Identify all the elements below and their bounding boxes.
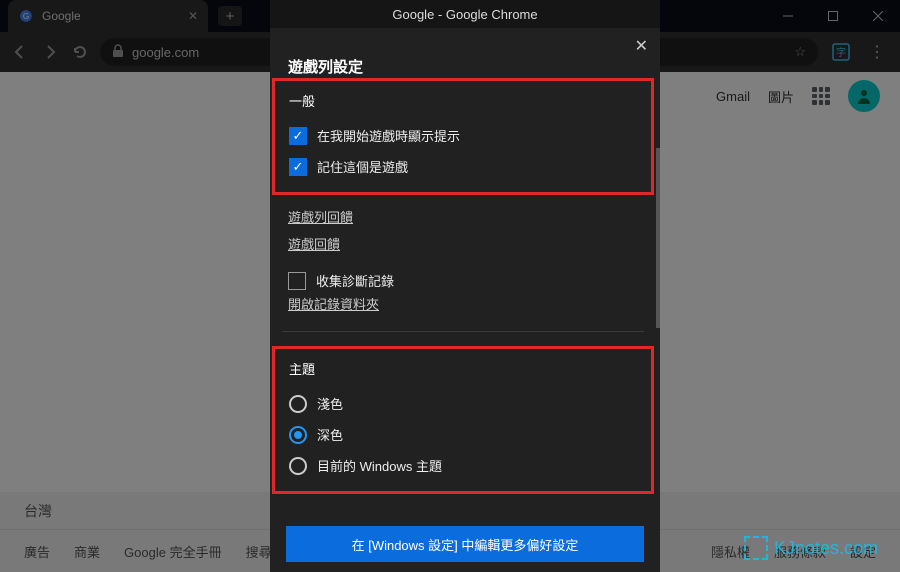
radio-label: 目前的 Windows 主題: [317, 456, 442, 475]
radio-label: 淺色: [317, 394, 343, 413]
checkbox-remember-game[interactable]: 記住這個是遊戲: [289, 151, 637, 182]
theme-title: 主題: [289, 359, 637, 378]
watermark: KJnotes.com: [744, 536, 878, 560]
radio-icon: [289, 426, 307, 444]
radio-dark-theme[interactable]: 深色: [289, 419, 637, 450]
scrollbar[interactable]: [656, 148, 660, 328]
general-title: 一般: [289, 91, 637, 110]
checkbox-label: 在我開始遊戲時顯示提示: [317, 126, 460, 145]
gamebar-settings-modal: Google - Google Chrome ✕ 遊戲列設定 一般 在我開始遊戲…: [270, 0, 660, 572]
checkbox-collect-diagnostics[interactable]: 收集診斷記錄: [270, 271, 656, 290]
radio-windows-theme[interactable]: 目前的 Windows 主題: [289, 450, 637, 481]
checkbox-label: 記住這個是遊戲: [317, 157, 408, 176]
radio-label: 深色: [317, 425, 343, 444]
open-records-folder-link[interactable]: 開啟記錄資料夾: [270, 290, 656, 317]
checkbox-icon: [289, 158, 307, 176]
checkbox-icon: [289, 127, 307, 145]
checkbox-show-tips[interactable]: 在我開始遊戲時顯示提示: [289, 120, 637, 151]
divider: [282, 331, 644, 332]
general-section: 一般 在我開始遊戲時顯示提示 記住這個是遊戲: [272, 78, 654, 195]
modal-window-title: Google - Google Chrome: [270, 0, 660, 28]
checkbox-label: 收集診斷記錄: [316, 271, 394, 290]
gamebar-feedback-link[interactable]: 遊戲列回饋: [270, 203, 656, 230]
radio-icon: [289, 457, 307, 475]
checkbox-icon: [288, 272, 306, 290]
windows-settings-button[interactable]: 在 [Windows 設定] 中編輯更多偏好設定: [286, 526, 644, 562]
game-feedback-link[interactable]: 遊戲回饋: [270, 230, 656, 257]
theme-section: 主題 淺色 深色 目前的 Windows 主題: [272, 346, 654, 494]
watermark-logo-icon: [744, 536, 768, 560]
radio-icon: [289, 395, 307, 413]
watermark-text: KJnotes.com: [774, 538, 878, 559]
radio-light-theme[interactable]: 淺色: [289, 388, 637, 419]
